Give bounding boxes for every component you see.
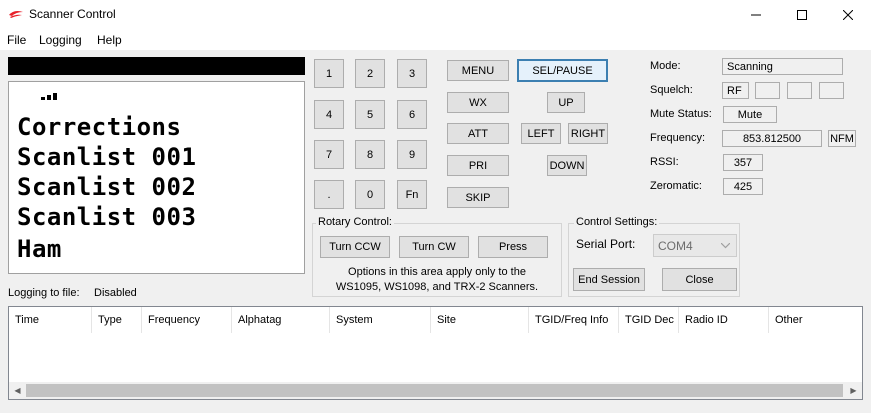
left-button[interactable]: LEFT <box>521 123 561 144</box>
column-header-radio-id[interactable]: Radio ID <box>679 307 769 333</box>
squelch-label: Squelch: <box>650 84 693 96</box>
key-0[interactable]: 0 <box>355 180 385 209</box>
column-header-other[interactable]: Other <box>769 307 862 333</box>
key-5[interactable]: 5 <box>355 100 385 129</box>
key-6[interactable]: 6 <box>397 100 427 129</box>
down-button[interactable]: DOWN <box>547 155 587 176</box>
serial-port-label: Serial Port: <box>576 237 636 251</box>
chevron-down-icon <box>721 243 730 249</box>
rssi-label: RSSI: <box>650 156 679 168</box>
menu-bar <box>0 30 871 50</box>
rotary-note-line-1: Options in this area apply only to the <box>348 266 526 278</box>
skip-button[interactable]: SKIP <box>447 187 509 208</box>
squelch-indicator-4 <box>819 82 844 99</box>
squelch-indicator-2 <box>755 82 780 99</box>
key-7[interactable]: 7 <box>314 140 344 169</box>
squelch-field: RF <box>722 82 749 99</box>
key-9[interactable]: 9 <box>397 140 427 169</box>
modulation-field: NFM <box>828 130 856 147</box>
menu-logging[interactable]: Logging <box>39 33 82 47</box>
menu-help[interactable]: Help <box>97 33 122 47</box>
pri-button[interactable]: PRI <box>447 155 509 176</box>
logging-status: Disabled <box>94 287 137 299</box>
lcd-top-bar <box>8 57 305 75</box>
scroll-right-icon[interactable]: ▶ <box>845 382 862 399</box>
turn-ccw-button[interactable]: Turn CCW <box>320 236 390 258</box>
key-fn[interactable]: Fn <box>397 180 427 209</box>
close-window-button[interactable] <box>825 0 871 30</box>
key-1[interactable]: 1 <box>314 59 344 88</box>
horizontal-scrollbar[interactable]: ◀ ▶ <box>9 382 862 399</box>
column-header-tgid-freq-info[interactable]: TGID/Freq Info <box>529 307 619 333</box>
rotary-control-title: Rotary Control: <box>316 216 394 228</box>
mute-status-field: Mute <box>723 106 777 123</box>
zeromatic-label: Zeromatic: <box>650 180 702 192</box>
sel-pause-button[interactable]: SEL/PAUSE <box>517 59 608 82</box>
column-header-frequency[interactable]: Frequency <box>142 307 232 333</box>
lcd-line-4: Scanlist 003 <box>17 203 197 231</box>
frequency-field: 853.812500 <box>722 130 822 147</box>
maximize-icon <box>797 10 807 20</box>
lcd-line-2: Scanlist 001 <box>17 143 197 171</box>
turn-cw-button[interactable]: Turn CW <box>399 236 469 258</box>
column-header-type[interactable]: Type <box>92 307 142 333</box>
lcd-display: Corrections Scanlist 001 Scanlist 002 Sc… <box>8 81 305 274</box>
end-session-button[interactable]: End Session <box>573 268 645 291</box>
scrollbar-thumb[interactable] <box>26 384 843 397</box>
mode-field: Scanning <box>722 58 843 75</box>
key-4[interactable]: 4 <box>314 100 344 129</box>
minimize-icon <box>751 14 761 16</box>
app-logo-icon <box>9 11 23 18</box>
zeromatic-field: 425 <box>723 178 763 195</box>
key-2[interactable]: 2 <box>355 59 385 88</box>
lcd-line-5: Ham <box>17 235 62 263</box>
serial-port-select[interactable]: COM4 <box>653 234 737 257</box>
rssi-field: 357 <box>723 154 763 171</box>
right-button[interactable]: RIGHT <box>568 123 608 144</box>
maximize-button[interactable] <box>779 0 825 30</box>
lcd-line-1: Corrections <box>17 113 182 141</box>
window-title: Scanner Control <box>29 7 116 21</box>
scroll-left-icon[interactable]: ◀ <box>9 382 26 399</box>
up-button[interactable]: UP <box>547 92 585 113</box>
column-header-tgid-dec[interactable]: TGID Dec <box>619 307 679 333</box>
frequency-label: Frequency: <box>650 132 706 144</box>
squelch-indicator-3 <box>787 82 812 99</box>
att-button[interactable]: ATT <box>447 123 509 144</box>
column-header-site[interactable]: Site <box>431 307 529 333</box>
minimize-button[interactable] <box>733 0 779 30</box>
control-settings-title: Control Settings: <box>574 216 660 228</box>
menu-file[interactable]: File <box>7 33 26 47</box>
column-header-time[interactable]: Time <box>9 307 92 333</box>
column-header-alphatag[interactable]: Alphatag <box>232 307 330 333</box>
key-8[interactable]: 8 <box>355 140 385 169</box>
logging-label: Logging to file: <box>8 287 80 299</box>
press-button[interactable]: Press <box>478 236 548 258</box>
mode-label: Mode: <box>650 60 681 72</box>
rotary-note-line-2: WS1095, WS1098, and TRX-2 Scanners. <box>335 281 539 293</box>
close-icon <box>843 10 853 20</box>
serial-port-value: COM4 <box>658 238 693 253</box>
key-3[interactable]: 3 <box>397 59 427 88</box>
key-dot[interactable]: . <box>314 180 344 209</box>
lcd-line-3: Scanlist 002 <box>17 173 197 201</box>
column-header-system[interactable]: System <box>330 307 431 333</box>
menu-button[interactable]: MENU <box>447 60 509 81</box>
close-button[interactable]: Close <box>662 268 737 291</box>
mute-status-label: Mute Status: <box>650 108 712 120</box>
wx-button[interactable]: WX <box>447 92 509 113</box>
